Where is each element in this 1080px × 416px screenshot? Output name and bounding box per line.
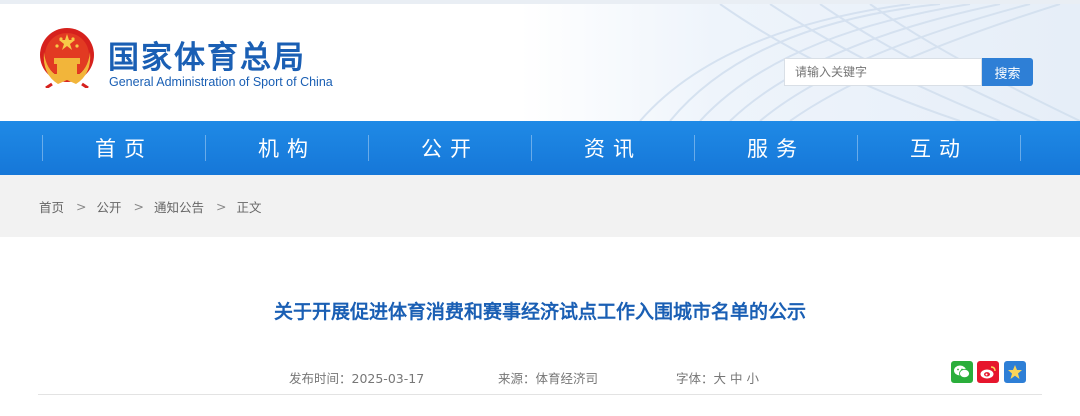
nav-item-news[interactable]: 资讯 [532,121,694,175]
national-emblem-icon [40,28,94,88]
nav-item-home[interactable]: 首页 [43,121,205,175]
breadcrumb-notices[interactable]: 通知公告 [154,197,204,216]
publish-time: 发布时间：2025-03-17 [289,371,425,386]
breadcrumb-separator: > [133,198,144,214]
font-size-switcher: 字体：大 中 小 [676,368,759,387]
font-size-label: 字体： [676,371,714,386]
site-header: 国家体育总局 General Administration of Sport o… [0,4,1080,121]
nav-separator [1020,135,1021,161]
search-input[interactable] [784,58,982,86]
article-title: 关于开展促进体育消费和赛事经济试点工作入围城市名单的公示 [273,301,806,323]
breadcrumb: 首页 > 公开 > 通知公告 > 正文 [0,175,1080,237]
nav-item-organization[interactable]: 机构 [206,121,368,175]
nav-item-interaction[interactable]: 互动 [858,121,1020,175]
font-size-small[interactable]: 小 [747,371,760,386]
font-size-medium[interactable]: 中 [730,371,743,386]
breadcrumb-separator: > [76,198,87,214]
nav-item-services[interactable]: 服务 [695,121,857,175]
article-divider [38,394,1042,395]
article: 关于开展促进体育消费和赛事经济试点工作入围城市名单的公示 发布时间：2025-0… [0,237,1080,416]
article-source: 来源：体育经济司 [498,371,599,386]
search-button[interactable]: 搜索 [982,58,1033,86]
breadcrumb-current: 正文 [236,199,262,215]
main-nav: 首页 机构 公开 资讯 服务 互动 [0,121,1080,175]
breadcrumb-public[interactable]: 公开 [97,197,122,216]
site-title[interactable]: 国家体育总局 [108,32,306,77]
wechat-icon[interactable] [951,361,973,383]
nav-item-public[interactable]: 公开 [369,121,531,175]
weibo-icon[interactable] [977,361,999,383]
breadcrumb-home[interactable]: 首页 [39,197,64,216]
site-title-english[interactable]: General Administration of Sport of China [109,75,333,89]
font-size-large[interactable]: 大 [714,371,727,386]
emblem-logo[interactable] [38,26,96,88]
favorite-icon[interactable] [1004,361,1026,383]
breadcrumb-separator: > [216,198,227,214]
